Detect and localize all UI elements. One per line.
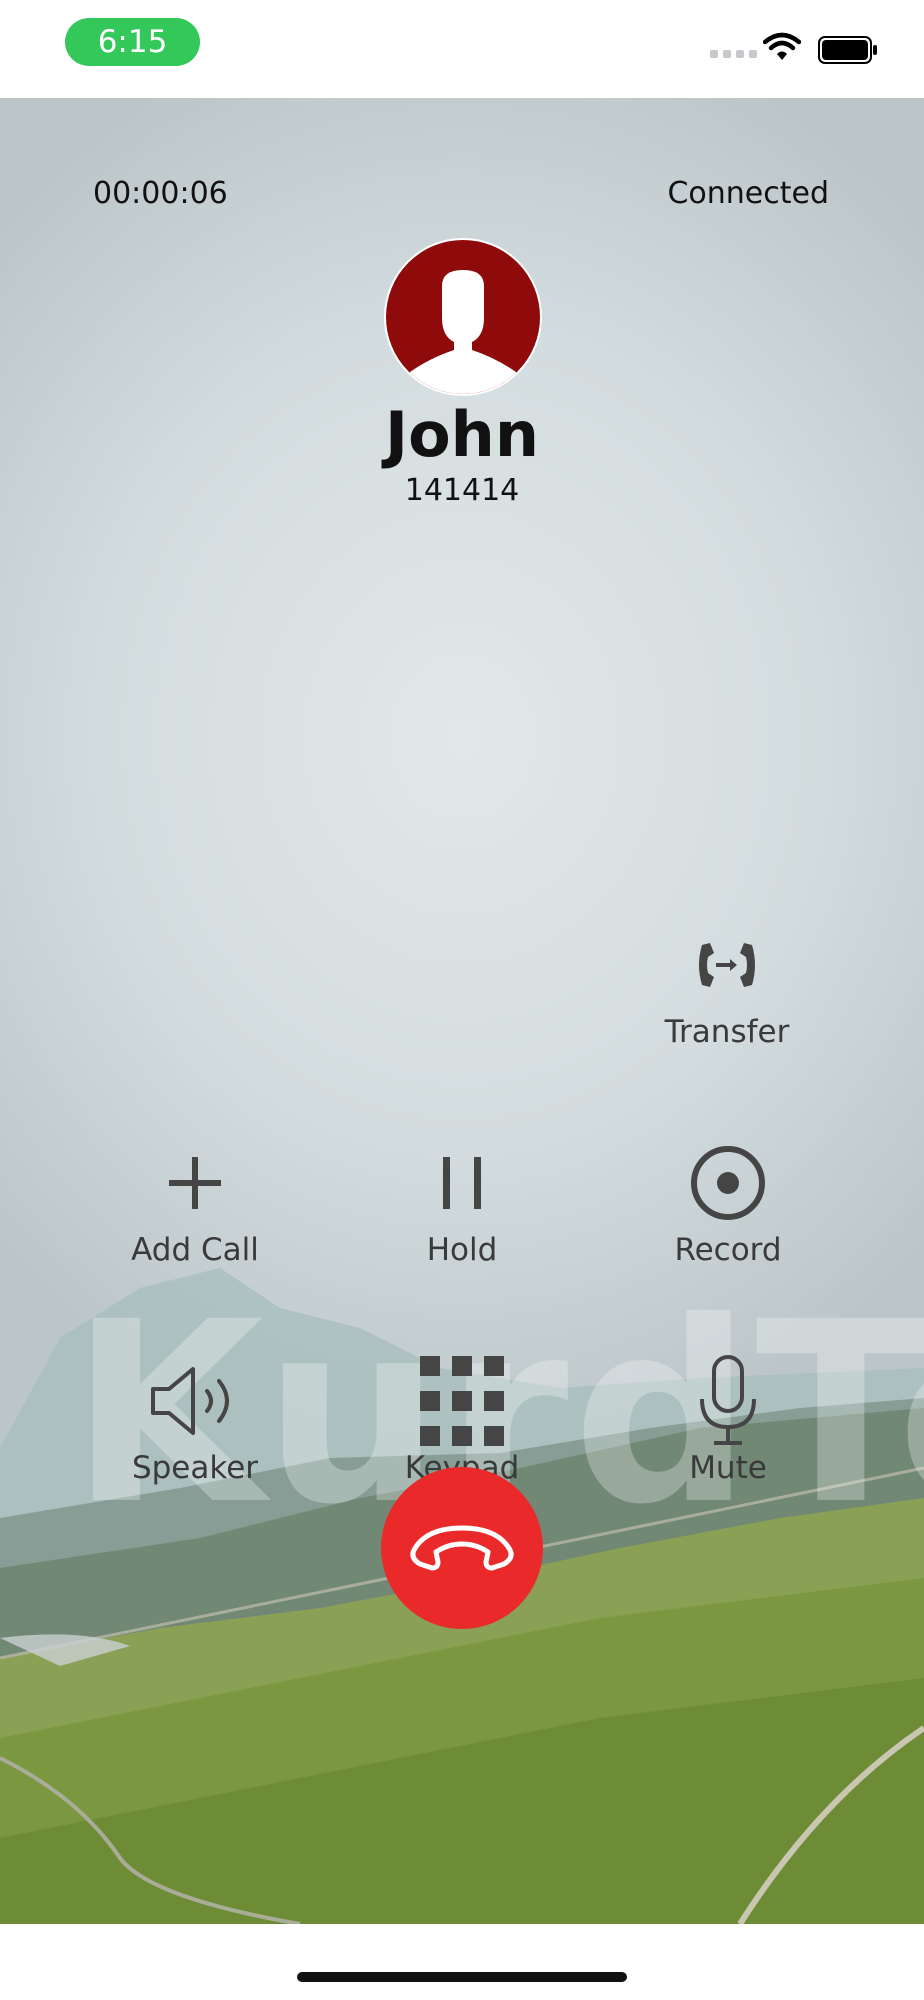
battery-icon [818, 36, 877, 64]
speaker-icon [151, 1367, 229, 1435]
mute-button[interactable]: Mute [618, 1355, 838, 1486]
mute-label: Mute [689, 1450, 767, 1486]
hold-button[interactable]: Hold [352, 1138, 572, 1268]
home-indicator[interactable] [297, 1972, 627, 1982]
speaker-button[interactable]: Speaker [85, 1356, 305, 1486]
call-screen: KurdTel 00:00:06 Connected John 141414 T… [0, 98, 924, 1924]
record-button[interactable]: Record [618, 1138, 838, 1268]
person-silhouette-icon [410, 270, 516, 394]
keypad-icon [420, 1356, 504, 1446]
hold-label: Hold [426, 1232, 498, 1268]
contact-name: John [385, 398, 539, 471]
record-icon [691, 1146, 765, 1220]
bottom-bar [0, 1924, 924, 2000]
pause-icon [443, 1157, 481, 1209]
call-duration: 00:00:06 [93, 176, 228, 211]
end-call-button[interactable] [381, 1467, 543, 1629]
record-label: Record [674, 1232, 782, 1268]
transfer-button[interactable]: Transfer [617, 920, 837, 1050]
speaker-label: Speaker [131, 1450, 259, 1486]
avatar [384, 238, 542, 396]
cellular-signal-icon [710, 50, 757, 58]
plus-icon [169, 1157, 221, 1209]
status-time: 6:15 [65, 18, 200, 66]
transfer-label: Transfer [664, 1014, 790, 1050]
add-call-button[interactable]: Add Call [85, 1138, 305, 1268]
hang-up-icon [410, 1525, 514, 1571]
wifi-icon [763, 32, 801, 60]
call-transfer-icon [699, 943, 755, 987]
status-bar: 6:15 [0, 0, 924, 98]
add-call-label: Add Call [131, 1232, 259, 1268]
contact-number: 141414 [404, 473, 520, 508]
microphone-icon [700, 1355, 756, 1445]
call-status: Connected [667, 176, 829, 211]
